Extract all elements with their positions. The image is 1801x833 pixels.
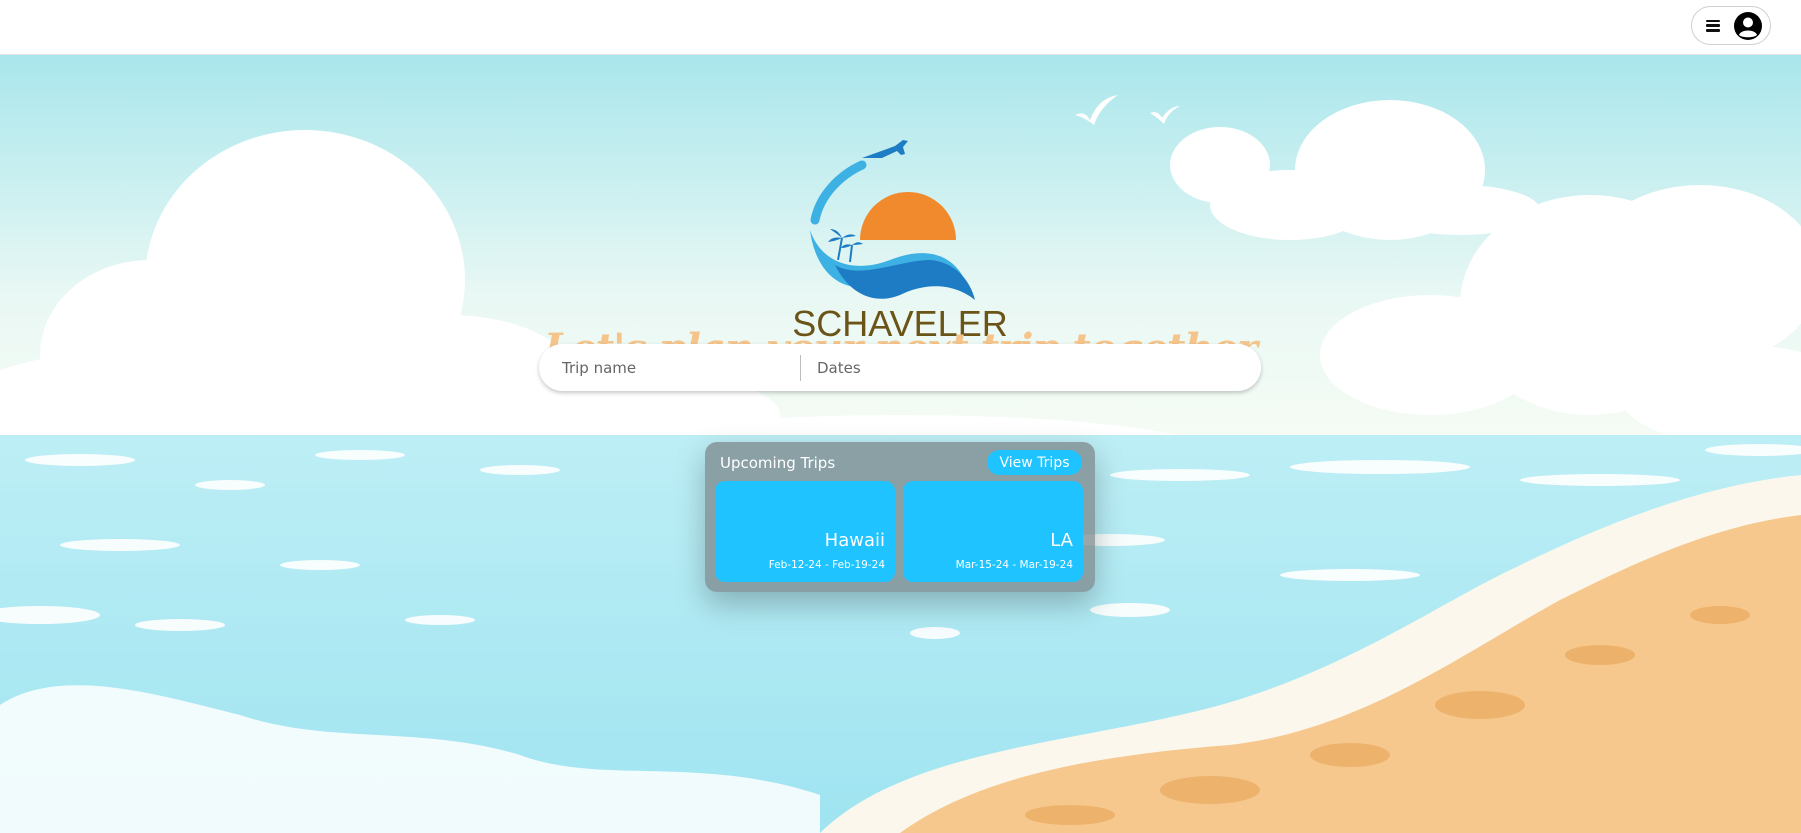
trip-card-name: LA <box>1050 530 1073 551</box>
user-circle-icon <box>1734 11 1762 40</box>
upcoming-trips-title: Upcoming Trips <box>720 454 836 472</box>
trip-card-dates: Mar-15-24 - Mar-19-24 <box>955 559 1073 571</box>
top-navbar <box>0 0 1801 55</box>
trip-search-bar <box>539 344 1261 391</box>
trip-card-hawaii[interactable]: Hawaii Feb-12-24 - Feb-19-24 <box>715 481 895 582</box>
schaveler-logo: SCHAVELER <box>792 140 1008 344</box>
hamburger-icon <box>1706 19 1720 32</box>
trip-card-name: Hawaii <box>824 530 885 551</box>
trip-name-input[interactable] <box>539 344 800 391</box>
user-menu-button[interactable] <box>1691 6 1771 45</box>
view-trips-button[interactable]: View Trips <box>987 450 1082 475</box>
upcoming-trips-panel: Upcoming Trips View Trips Hawaii Feb-12-… <box>705 442 1095 592</box>
trip-card-dates: Feb-12-24 - Feb-19-24 <box>768 559 885 571</box>
dates-input[interactable] <box>801 344 1261 391</box>
trip-card-la[interactable]: LA Mar-15-24 - Mar-19-24 <box>903 481 1083 582</box>
